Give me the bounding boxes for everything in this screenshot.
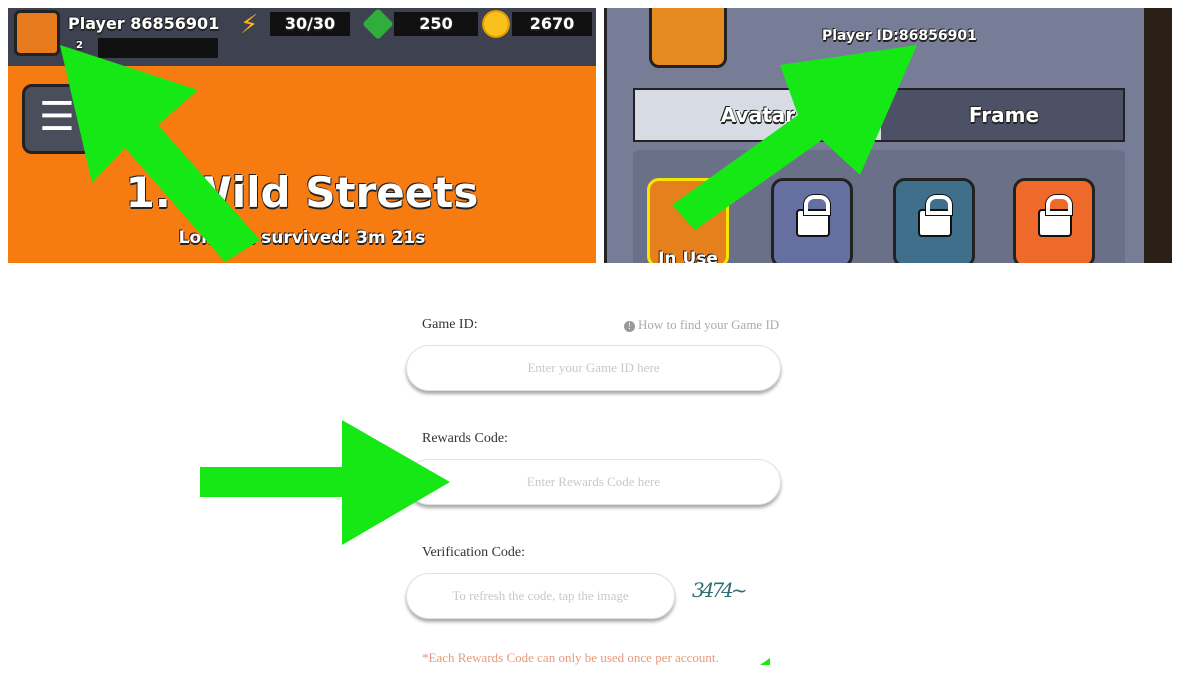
annotation-arrows: [60, 45, 917, 665]
arrow-to-rewards-input: [200, 420, 450, 545]
arrow-fragment: [760, 658, 770, 665]
arrow-to-player-id: [672, 45, 917, 230]
arrow-to-avatar: [60, 45, 260, 262]
